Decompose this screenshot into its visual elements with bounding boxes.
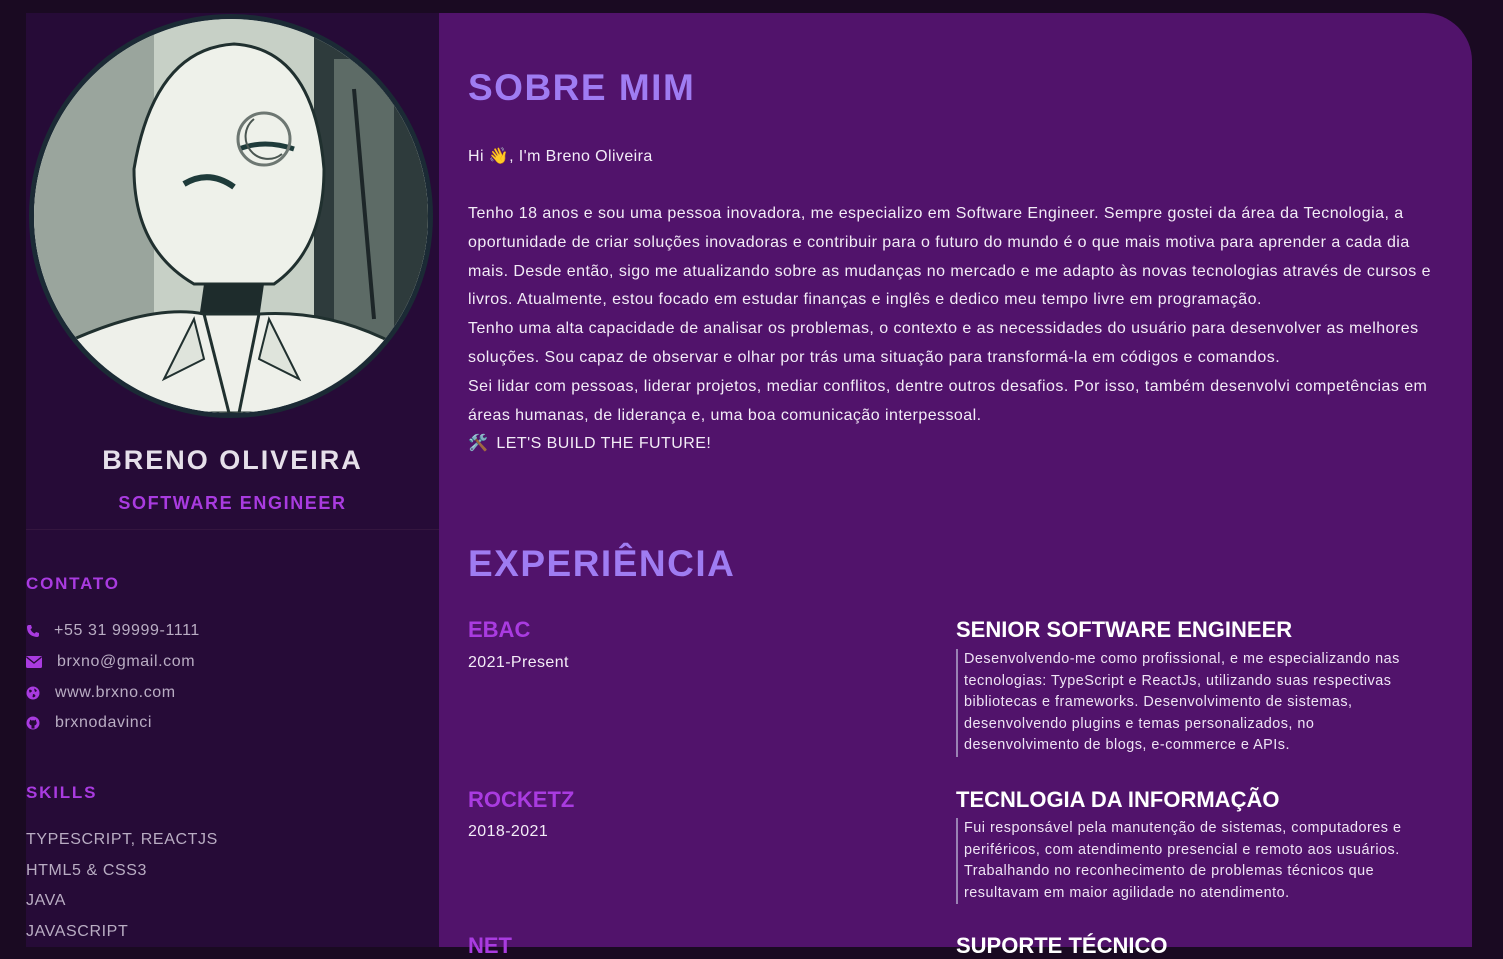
about-title: SOBRE MIM bbox=[468, 67, 696, 108]
about-paragraph: Tenho uma alta capacidade de analisar os… bbox=[468, 320, 1419, 366]
skill-item: HTML5 & CSS3 bbox=[26, 862, 148, 879]
profile-card: BRENO OLIVEIRA SOFTWARE ENGINEER bbox=[26, 13, 439, 530]
envelope-icon bbox=[26, 656, 57, 668]
about-greeting: Hi 👋, I'm Breno Oliveira bbox=[468, 148, 653, 165]
main-content: SOBRE MIM Hi 👋, I'm Breno Oliveira Tenho… bbox=[439, 13, 1472, 958]
contact-github[interactable]: brxnodavinci bbox=[26, 714, 152, 732]
profile-role: SOFTWARE ENGINEER bbox=[118, 493, 347, 513]
about-paragraph: Sei lidar com pessoas, liderar projetos,… bbox=[468, 377, 1428, 424]
experience-period: 2021-Present bbox=[468, 654, 569, 671]
contact-email[interactable]: brxno@gmail.com bbox=[26, 653, 195, 671]
avatar-illustration bbox=[34, 19, 428, 413]
about-paragraph: Tenho 18 anos e sou uma pessoa inovadora… bbox=[468, 205, 1431, 309]
experience-title: EXPERIÊNCIA bbox=[468, 543, 736, 584]
contact-website[interactable]: www.brxno.com bbox=[26, 684, 176, 702]
experience-company: NET bbox=[468, 933, 512, 958]
sidebar: BRENO OLIVEIRA SOFTWARE ENGINEER CONTATO… bbox=[26, 13, 439, 947]
contact-title: CONTATO bbox=[26, 574, 120, 593]
experience-role: SENIOR SOFTWARE ENGINEER bbox=[956, 617, 1293, 642]
experience-role: TECNLOGIA DA INFORMAÇÃO bbox=[956, 787, 1280, 812]
skill-item: TYPESCRIPT, REACTJS bbox=[26, 831, 218, 848]
tools-icon: 🛠️ bbox=[468, 435, 489, 453]
experience-company: ROCKETZ bbox=[468, 787, 575, 812]
skills-title: SKILLS bbox=[26, 783, 98, 802]
about-closing: 🛠️ LET'S BUILD THE FUTURE! bbox=[468, 430, 1453, 459]
experience-description: Desenvolvendo-me como profissional, e me… bbox=[956, 649, 1434, 757]
contact-github-text: brxnodavinci bbox=[55, 714, 153, 731]
experience-period: 2018-2021 bbox=[468, 823, 549, 840]
contact-phone-text: +55 31 99999-1111 bbox=[54, 622, 200, 639]
github-icon bbox=[26, 716, 55, 730]
experience-role: SUPORTE TÉCNICO bbox=[956, 933, 1168, 958]
profile-name: BRENO OLIVEIRA bbox=[102, 445, 363, 475]
globe-icon bbox=[26, 686, 55, 700]
resume-page: BRENO OLIVEIRA SOFTWARE ENGINEER CONTATO… bbox=[26, 13, 1472, 958]
contact-phone[interactable]: +55 31 99999-1111 bbox=[26, 622, 200, 640]
skill-item: JAVASCRIPT bbox=[26, 923, 129, 940]
experience-description: Fui responsável pela manutenção de siste… bbox=[956, 818, 1434, 905]
contact-email-text: brxno@gmail.com bbox=[57, 653, 196, 670]
experience-company: EBAC bbox=[468, 617, 531, 642]
phone-icon bbox=[26, 624, 54, 638]
contact-website-text: www.brxno.com bbox=[55, 684, 176, 701]
about-text: Tenho 18 anos e sou uma pessoa inovadora… bbox=[468, 200, 1453, 459]
avatar bbox=[29, 14, 433, 418]
skill-item: JAVA bbox=[26, 892, 67, 909]
about-closing-text: LET'S BUILD THE FUTURE! bbox=[496, 435, 712, 453]
